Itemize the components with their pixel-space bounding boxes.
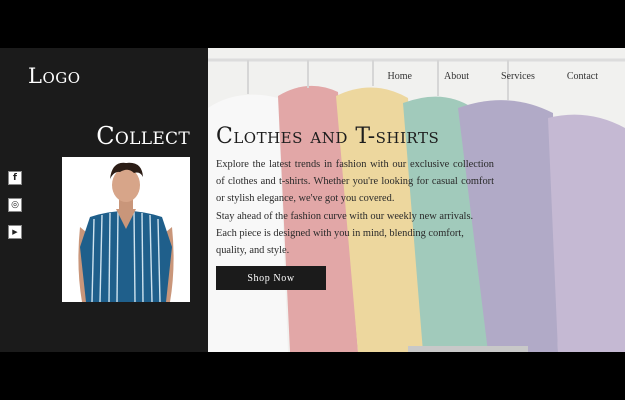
- instagram-icon[interactable]: ◎: [8, 198, 22, 212]
- page-stage: Logo Collect f ◎ ▶ Home About Services C…: [0, 48, 625, 352]
- social-links: f ◎ ▶: [8, 171, 22, 252]
- hero-title: Clothes and T-shirts: [216, 124, 440, 149]
- top-nav: Home About Services Contact: [356, 71, 598, 82]
- model-figure: [62, 157, 190, 303]
- hero-paragraph-1: Explore the latest trends in fashion wit…: [216, 159, 494, 204]
- nav-about[interactable]: About: [444, 71, 469, 82]
- logo[interactable]: Logo: [28, 64, 81, 88]
- model-photo: [62, 157, 190, 303]
- nav-contact[interactable]: Contact: [567, 71, 598, 82]
- youtube-icon[interactable]: ▶: [8, 225, 22, 239]
- nav-services[interactable]: Services: [501, 71, 535, 82]
- nav-home[interactable]: Home: [388, 71, 412, 82]
- left-panel: Logo Collect f ◎ ▶: [0, 48, 208, 352]
- facebook-icon[interactable]: f: [8, 171, 22, 185]
- hero-paragraph-2: Stay ahead of the fashion curve with our…: [216, 211, 474, 256]
- collect-heading: Collect: [96, 122, 190, 150]
- hero-section: Home About Services Contact Clothes and …: [208, 48, 625, 352]
- horizontal-scrollbar[interactable]: [408, 346, 528, 352]
- shop-now-button[interactable]: Shop Now: [216, 266, 326, 290]
